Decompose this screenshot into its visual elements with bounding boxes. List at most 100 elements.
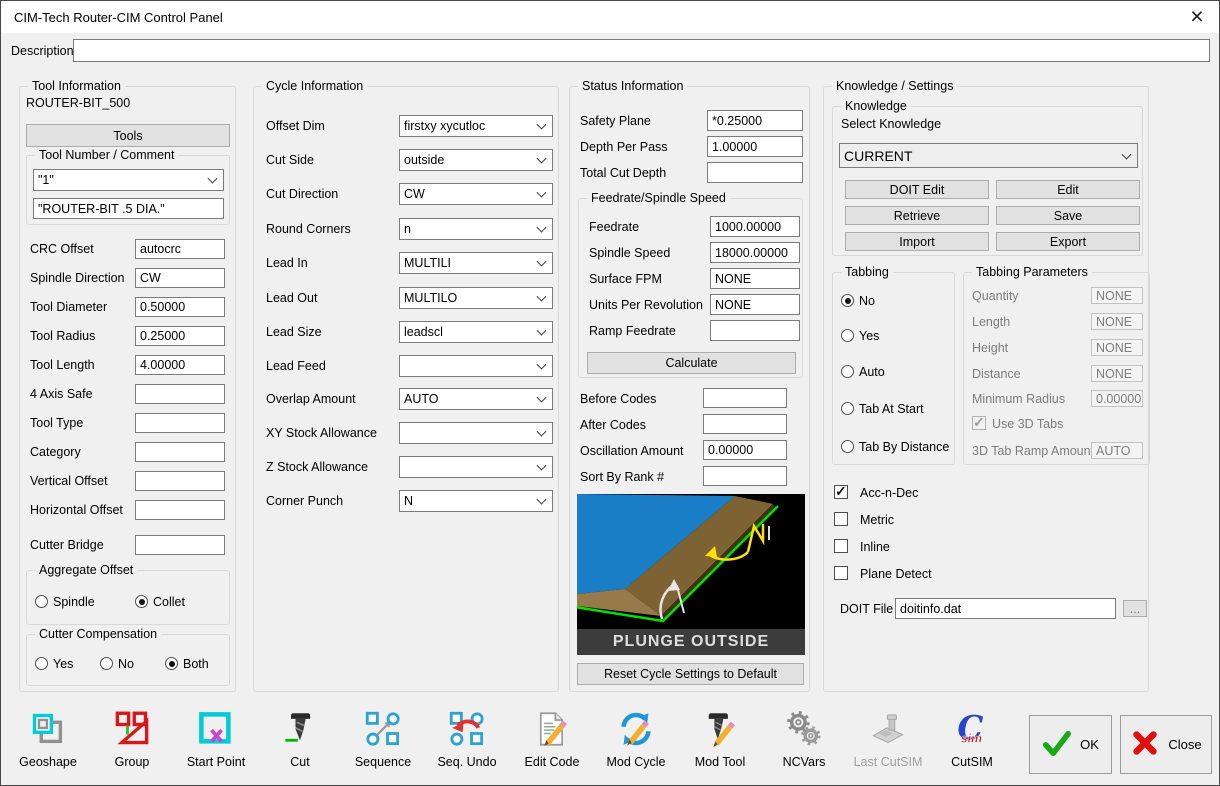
cut-direction-select[interactable]: CW: [399, 183, 553, 205]
lead-size-select[interactable]: leadscl: [399, 321, 553, 343]
retrieve-button[interactable]: Retrieve: [845, 206, 989, 225]
after-codes-field[interactable]: [703, 414, 787, 434]
tool-length-field[interactable]: 4.00000: [135, 355, 225, 375]
tool-information-title: Tool Information: [28, 79, 125, 93]
plane-detect-checkbox[interactable]: [834, 566, 848, 580]
four-axis-safe-field[interactable]: [135, 384, 225, 404]
horizontal-offset-field[interactable]: [135, 500, 225, 520]
metric-checkbox[interactable]: [834, 512, 848, 526]
radio-tabbing-yes[interactable]: [841, 329, 854, 342]
category-label: Category: [30, 445, 81, 459]
doit-file-input[interactable]: doitinfo.dat: [895, 598, 1116, 619]
radio-collet[interactable]: [135, 595, 148, 608]
doit-edit-button[interactable]: DOIT Edit: [845, 180, 989, 199]
z-stock-allowance-select[interactable]: [399, 456, 553, 478]
close-button[interactable]: Close: [1120, 715, 1212, 774]
units-per-revolution-field[interactable]: NONE: [710, 294, 800, 315]
export-button[interactable]: Export: [996, 232, 1140, 251]
cut-side-select[interactable]: outside: [399, 149, 553, 171]
description-input[interactable]: [73, 39, 1210, 62]
select-knowledge-dropdown[interactable]: CURRENT: [839, 143, 1138, 168]
toolbar-item-mod-cycle[interactable]: Mod Cycle: [594, 711, 678, 769]
horizontal-offset-label: Horizontal Offset: [30, 503, 123, 517]
toolbar-item-mod-tool[interactable]: Mod Tool: [678, 711, 762, 769]
toolbar-item-group[interactable]: Group: [90, 711, 174, 769]
before-codes-field[interactable]: [703, 388, 787, 408]
tool-comment-field[interactable]: "ROUTER-BIT .5 DIA.": [33, 198, 224, 219]
surface-fpm-field[interactable]: NONE: [710, 268, 800, 289]
vertical-offset-field[interactable]: [135, 471, 225, 491]
tool-diameter-field[interactable]: 0.50000: [135, 297, 225, 317]
tool-type-field[interactable]: [135, 413, 225, 433]
sort-by-rank-field[interactable]: [703, 466, 787, 486]
toolbar-item-geoshape[interactable]: Geoshape: [6, 711, 90, 769]
tool-radius-field[interactable]: 0.25000: [135, 326, 225, 346]
svg-text:sim: sim: [961, 732, 982, 746]
tool-number-select[interactable]: "1": [33, 169, 224, 191]
radio-comp-no[interactable]: [100, 657, 113, 670]
toolbar-item-start-point[interactable]: Start Point: [174, 711, 258, 769]
radio-tab-at-start[interactable]: [841, 402, 854, 415]
inline-checkbox[interactable]: [834, 539, 848, 553]
use-3d-tabs-label: Use 3D Tabs: [992, 417, 1064, 431]
calculate-button[interactable]: Calculate: [587, 352, 796, 374]
toolbar-item-edit-code[interactable]: Edit Code: [510, 711, 594, 769]
doit-file-label: DOIT File: [840, 602, 894, 616]
preview-caption: PLUNGE OUTSIDE: [577, 629, 805, 655]
radio-tabbing-auto[interactable]: [841, 365, 854, 378]
depth-per-pass-field[interactable]: 1.00000: [707, 136, 803, 157]
toolbar-item-seq-undo[interactable]: Seq. Undo: [425, 711, 509, 769]
oscillation-amount-field[interactable]: 0.00000: [703, 440, 787, 460]
corner-punch-select[interactable]: N: [399, 490, 553, 512]
description-label: Description: [11, 44, 74, 58]
lead-feed-select[interactable]: [399, 355, 553, 377]
radio-comp-yes[interactable]: [35, 657, 48, 670]
browse-button[interactable]: ...: [1123, 600, 1147, 617]
spindle-speed-field[interactable]: 18000.00000: [710, 242, 800, 263]
toolbar-item-cut[interactable]: Cut: [258, 711, 342, 769]
radio-comp-both[interactable]: [165, 657, 178, 670]
edit-button[interactable]: Edit: [996, 180, 1140, 199]
crc-offset-field[interactable]: autocrc: [135, 239, 225, 259]
spindle-speed-label: Spindle Speed: [589, 246, 671, 260]
xy-stock-allowance-select[interactable]: [399, 422, 553, 444]
toolbar-item-cutsim[interactable]: C sim CutSIM: [930, 708, 1014, 769]
ramp-feedrate-field[interactable]: [710, 320, 800, 341]
cutter-bridge-field[interactable]: [135, 535, 225, 555]
inline-label: Inline: [860, 540, 890, 554]
radio-tabbing-no[interactable]: [841, 294, 854, 307]
window-title: CIM-Tech Router-CIM Control Panel: [14, 10, 223, 25]
acc-n-dec-checkbox[interactable]: [834, 484, 848, 499]
cycle-information-title: Cycle Information: [262, 79, 368, 93]
cut-icon: [282, 711, 318, 747]
total-cut-depth-field[interactable]: [707, 162, 803, 183]
toolbar-item-ncvars[interactable]: NCVars: [762, 711, 846, 769]
cut-side-label: Cut Side: [266, 153, 314, 167]
aggregate-offset-title: Aggregate Offset: [35, 563, 138, 577]
toolbar-label: Mod Cycle: [606, 755, 666, 769]
round-corners-select[interactable]: n: [399, 218, 553, 240]
tool-number-comment-title: Tool Number / Comment: [35, 148, 179, 162]
feedrate-field[interactable]: 1000.00000: [710, 216, 800, 237]
round-corners-label: Round Corners: [266, 222, 351, 236]
quantity-label: Quantity: [972, 289, 1019, 303]
window-close-icon[interactable]: ×: [1181, 2, 1213, 31]
metric-label: Metric: [860, 513, 895, 527]
plunge-outside-illustration: [574, 494, 805, 629]
tools-button[interactable]: Tools: [26, 124, 230, 147]
import-button[interactable]: Import: [845, 232, 989, 251]
category-field[interactable]: [135, 442, 225, 462]
lead-in-select[interactable]: MULTILI: [399, 252, 553, 274]
radio-spindle[interactable]: [35, 595, 48, 608]
safety-plane-field[interactable]: *0.25000: [707, 110, 803, 131]
surface-fpm-label: Surface FPM: [589, 272, 662, 286]
overlap-amount-select[interactable]: AUTO: [399, 388, 553, 410]
radio-tab-by-distance[interactable]: [841, 440, 854, 453]
save-button[interactable]: Save: [996, 206, 1140, 225]
spindle-direction-field[interactable]: CW: [135, 268, 225, 288]
offset-dim-select[interactable]: firstxy xycutloc: [399, 115, 553, 137]
lead-out-select[interactable]: MULTILO: [399, 287, 553, 309]
toolbar-item-sequence[interactable]: Sequence: [341, 711, 425, 769]
ok-button[interactable]: OK: [1029, 715, 1112, 774]
reset-cycle-button[interactable]: Reset Cycle Settings to Default: [577, 663, 804, 685]
